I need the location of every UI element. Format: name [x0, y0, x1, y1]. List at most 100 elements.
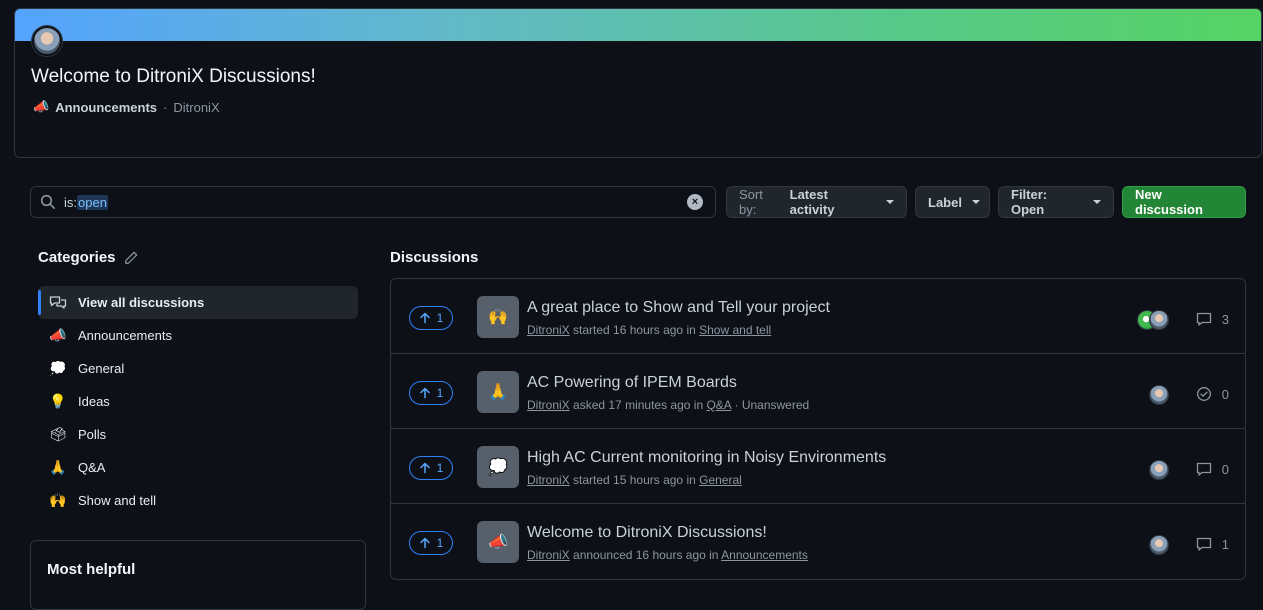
comment-icon [1196, 312, 1211, 326]
category-link[interactable]: Announcements [721, 548, 808, 562]
sidebar-item-label: Polls [78, 427, 107, 442]
sort-label: Sort by: [739, 187, 763, 217]
sidebar-item-label: Show and tell [78, 493, 157, 508]
sidebar-item-label: Q&A [78, 460, 106, 475]
filter-button-text: Filter: Open [1011, 187, 1048, 217]
discussion-title[interactable]: High AC Current monitoring in Noisy Envi… [527, 449, 886, 467]
discussion-list: 1 🙌 A great place to Show and Tell your … [390, 278, 1246, 580]
raised-hands-icon: 🙌 [49, 492, 67, 508]
check-circle-icon [1196, 387, 1211, 401]
banner-meta: 📣 Announcements · DitroniX [33, 99, 220, 115]
chevron-down-icon [1093, 200, 1101, 204]
banner-separator: · [163, 99, 168, 115]
author-link[interactable]: DitroniX [527, 398, 570, 412]
banner-category[interactable]: Announcements [55, 100, 157, 115]
avatar[interactable] [1149, 535, 1169, 555]
megaphone-icon: 📣 [477, 521, 519, 563]
vote-count: 1 [436, 311, 444, 325]
pencil-icon[interactable] [124, 251, 138, 265]
megaphone-icon: 📣 [33, 99, 50, 114]
sort-button[interactable]: Sort by: Latest activity [726, 186, 907, 218]
discussion-verb: asked 17 minutes ago in [573, 398, 704, 412]
author-link[interactable]: DitroniX [527, 548, 570, 562]
count-value: 0 [1221, 386, 1229, 402]
participants [1149, 460, 1169, 480]
upvote-button[interactable]: 1 [409, 531, 453, 555]
sidebar-item-label: Announcements [78, 328, 172, 343]
discussion-title[interactable]: A great place to Show and Tell your proj… [527, 299, 830, 317]
discussion-row[interactable]: 1 💭 High AC Current monitoring in Noisy … [391, 429, 1245, 504]
discussion-row[interactable]: 1 📣 Welcome to DitroniX Discussions! Dit… [391, 504, 1245, 579]
new-discussion-button[interactable]: New discussion [1122, 186, 1246, 218]
category-link[interactable]: Show and tell [699, 323, 771, 337]
sort-value: Latest activity [789, 187, 835, 217]
search-input[interactable]: is:open × [30, 186, 716, 218]
vote-count: 1 [436, 386, 444, 400]
sidebar-item-qa[interactable]: 🙏 Q&A [38, 451, 358, 484]
participants [1149, 535, 1169, 555]
vote-count: 1 [436, 536, 444, 550]
category-list: View all discussions 📣 Announcements 💭 G… [38, 286, 358, 517]
clear-search-icon[interactable]: × [687, 194, 703, 210]
author-link[interactable]: DitroniX [527, 473, 570, 487]
arrow-up-icon [419, 537, 430, 549]
discussion-row[interactable]: 1 🙌 A great place to Show and Tell your … [391, 279, 1245, 354]
categories-heading: Categories [38, 249, 138, 266]
sidebar-item-announcements[interactable]: 📣 Announcements [38, 319, 358, 352]
avatar[interactable] [1149, 460, 1169, 480]
comment-count[interactable]: 1 [1196, 536, 1229, 552]
search-query[interactable]: is:open [64, 194, 108, 210]
search-prefix: is: [64, 194, 77, 210]
author-avatar[interactable] [32, 26, 62, 56]
sidebar-item-general[interactable]: 💭 General [38, 352, 358, 385]
discussion-banner: Welcome to DitroniX Discussions! 📣 Annou… [14, 8, 1262, 158]
arrow-up-icon [419, 462, 430, 474]
comment-count[interactable]: 3 [1196, 311, 1229, 327]
discussion-title[interactable]: Welcome to DitroniX Discussions! [527, 524, 767, 542]
search-value: open [77, 194, 108, 210]
upvote-button[interactable]: 1 [409, 381, 453, 405]
label-button[interactable]: Label [915, 186, 990, 218]
avatar[interactable] [1149, 385, 1169, 405]
categories-title: Categories [38, 249, 116, 266]
count-value: 0 [1221, 461, 1229, 477]
discussion-meta: DitroniX started 15 hours ago in General [527, 473, 742, 487]
author-link[interactable]: DitroniX [527, 323, 570, 337]
participants [1149, 385, 1169, 405]
avatar[interactable] [1149, 310, 1169, 330]
filter-button[interactable]: Filter: Open [998, 186, 1114, 218]
raised-hands-icon: 🙌 [477, 296, 519, 338]
most-helpful-panel: Most helpful [30, 540, 366, 610]
banner-gradient [15, 9, 1261, 41]
upvote-button[interactable]: 1 [409, 456, 453, 480]
banner-author[interactable]: DitroniX [173, 100, 219, 115]
label-button-text: Label [928, 194, 962, 210]
arrow-up-icon [419, 387, 430, 399]
sidebar-item-ideas[interactable]: 💡 Ideas [38, 385, 358, 418]
banner-title[interactable]: Welcome to DitroniX Discussions! [31, 66, 316, 88]
discussion-meta: DitroniX announced 16 hours ago in Annou… [527, 548, 808, 562]
discussion-row[interactable]: 1 🙏 AC Powering of IPEM Boards DitroniX … [391, 354, 1245, 429]
arrow-up-icon [419, 312, 430, 324]
comment-count[interactable]: 0 [1196, 461, 1229, 477]
sidebar-item-show-and-tell[interactable]: 🙌 Show and tell [38, 484, 358, 517]
pray-icon: 🙏 [477, 371, 519, 413]
search-icon [40, 194, 55, 209]
discussion-meta: DitroniX asked 17 minutes ago in Q&A · U… [527, 398, 809, 412]
new-discussion-text: New discussion [1135, 187, 1203, 217]
discussion-verb: announced 16 hours ago in [573, 548, 719, 562]
upvote-button[interactable]: 1 [409, 306, 453, 330]
category-link[interactable]: General [699, 473, 742, 487]
discussion-title[interactable]: AC Powering of IPEM Boards [527, 374, 737, 392]
answer-count[interactable]: 0 [1196, 386, 1229, 402]
comment-icon [1196, 462, 1211, 476]
chevron-down-icon [886, 200, 894, 204]
megaphone-icon: 📣 [49, 327, 67, 343]
sidebar-item-polls[interactable]: 🗳 Polls [38, 418, 358, 451]
comment-icon [1196, 537, 1211, 551]
discussion-verb: started 15 hours ago in [573, 473, 696, 487]
participants [1137, 310, 1169, 330]
category-link[interactable]: Q&A [706, 398, 731, 412]
lightbulb-icon: 💡 [49, 393, 67, 409]
sidebar-item-view-all[interactable]: View all discussions [38, 286, 358, 319]
